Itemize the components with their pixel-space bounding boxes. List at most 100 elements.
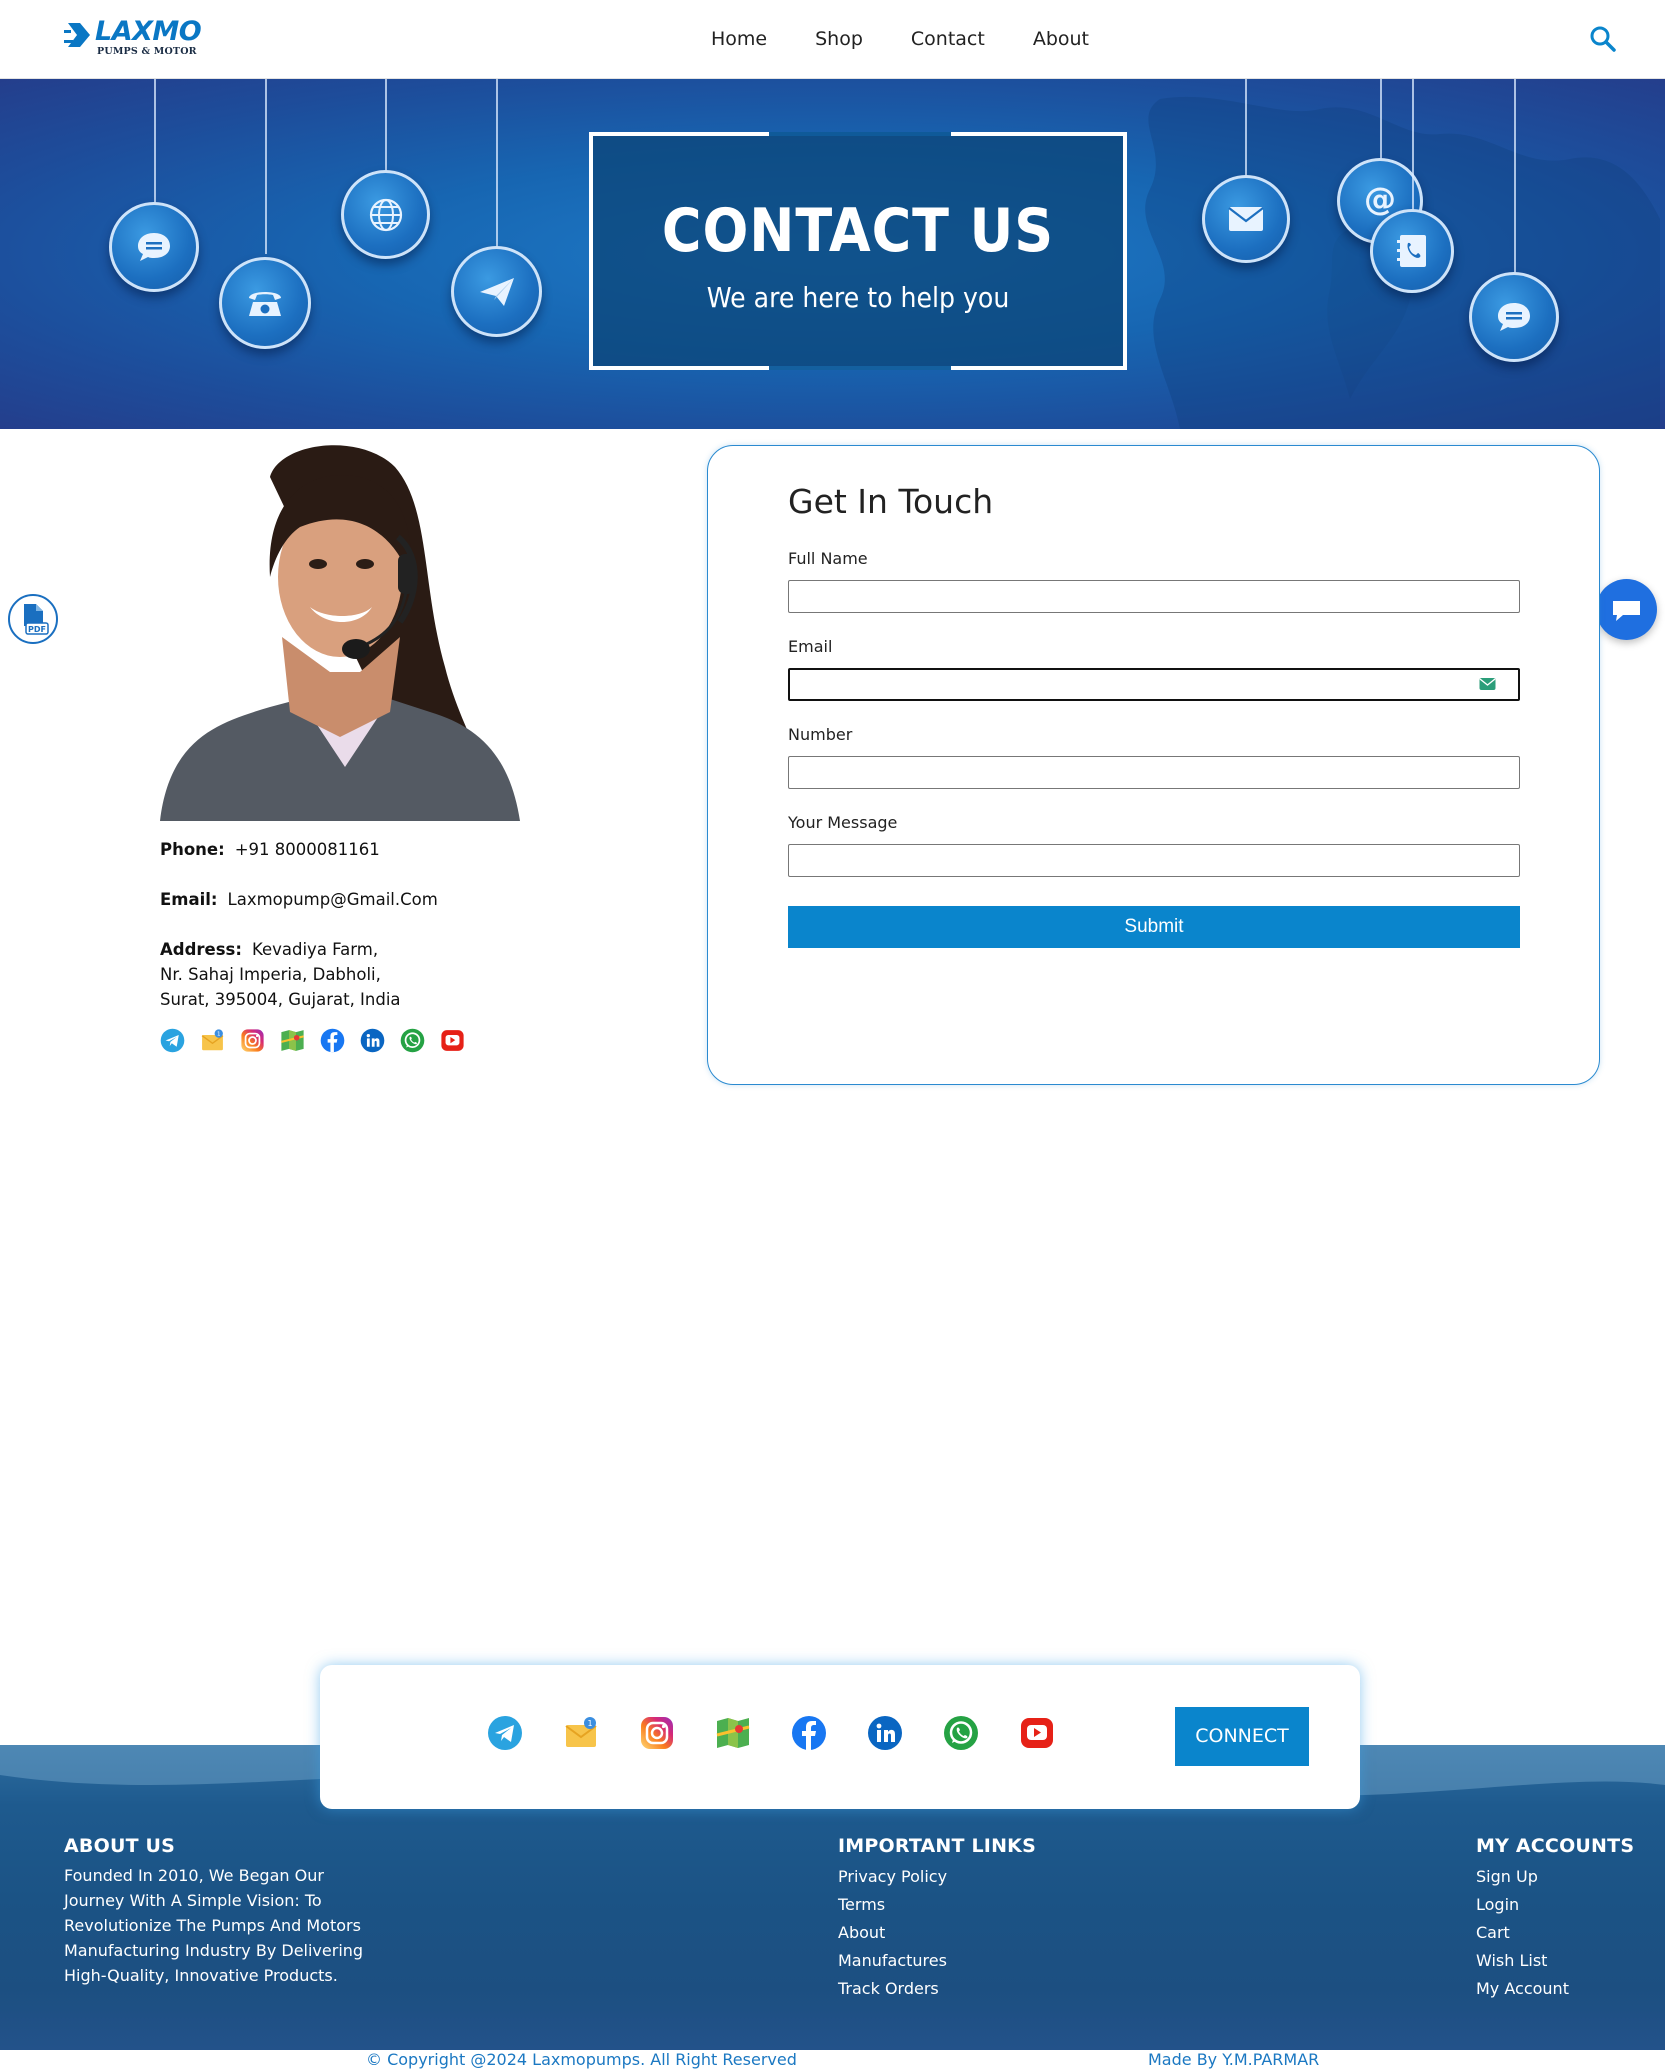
full-name-input[interactable]	[788, 580, 1520, 613]
support-agent-photo	[160, 437, 520, 821]
globe-bubble-ornament	[341, 170, 430, 259]
email-label: Email:	[160, 890, 218, 909]
footer-link-terms[interactable]: Terms	[838, 1891, 1088, 1919]
linkedin-icon[interactable]	[360, 1028, 385, 1053]
connect-button[interactable]: CONNECT	[1175, 1707, 1309, 1766]
instagram-icon[interactable]	[240, 1028, 265, 1053]
banner-title-box: CONTACT US We are here to help you	[589, 132, 1127, 370]
social-links-small: 1	[160, 1028, 465, 1053]
about-line: Revolutionize The Pumps And Motors	[64, 1916, 361, 1935]
mail-bubble-ornament	[1202, 175, 1290, 263]
email-input[interactable]	[788, 668, 1520, 701]
footer-link-wish-list[interactable]: Wish List	[1476, 1947, 1656, 1975]
globe-icon	[369, 198, 402, 231]
nav-about[interactable]: About	[1033, 28, 1089, 50]
nav-shop[interactable]: Shop	[815, 28, 863, 50]
form-title: Get In Touch	[788, 482, 994, 521]
chat-icon	[138, 233, 170, 261]
chat-icon	[1498, 303, 1530, 331]
footer-link-sign-up[interactable]: Sign Up	[1476, 1863, 1656, 1891]
footer-link-login[interactable]: Login	[1476, 1891, 1656, 1919]
facebook-icon[interactable]	[791, 1715, 827, 1751]
site-header: LAXMO PUMPS & MOTOR Home Shop Contact Ab…	[0, 0, 1665, 79]
footer-link-my-account[interactable]: My Account	[1476, 1975, 1656, 2003]
chat-icon	[1613, 601, 1640, 621]
send-bubble-ornament	[451, 246, 542, 337]
copyright-bar	[0, 2050, 1665, 2071]
pdf-download-button[interactable]: PDF	[8, 594, 58, 644]
social-links-large: 1	[487, 1715, 1055, 1751]
contact-form-card: Get In Touch Full Name Email Number Your…	[707, 445, 1600, 1085]
footer-accounts: MY ACCOUNTS Sign Up Login Cart Wish List…	[1476, 1835, 1656, 2003]
logo-mark-icon	[64, 23, 90, 47]
telegram-icon[interactable]	[487, 1715, 523, 1751]
pdf-file-icon: PDF	[24, 604, 49, 635]
footer-link-track-orders[interactable]: Track Orders	[838, 1975, 1088, 2003]
youtube-icon[interactable]	[440, 1028, 465, 1053]
number-input[interactable]	[788, 756, 1520, 789]
email-value[interactable]: Laxmopump@Gmail.Com	[228, 890, 438, 909]
maps-icon[interactable]	[715, 1715, 751, 1751]
hanging-string	[1412, 79, 1414, 211]
hanging-string	[265, 79, 267, 254]
message-label: Your Message	[788, 813, 898, 832]
footer-links: IMPORTANT LINKS Privacy Policy Terms Abo…	[838, 1835, 1088, 2003]
message-input[interactable]	[788, 844, 1520, 877]
whatsapp-icon[interactable]	[943, 1715, 979, 1751]
autofill-email-icon[interactable]	[1479, 677, 1496, 691]
telephone-icon	[249, 292, 281, 316]
logo-tagline: PUMPS & MOTOR	[97, 46, 197, 57]
phone-label: Phone:	[160, 840, 225, 859]
youtube-icon[interactable]	[1019, 1715, 1055, 1751]
paper-plane-icon	[479, 277, 514, 306]
linkedin-icon[interactable]	[867, 1715, 903, 1751]
nav-contact[interactable]: Contact	[911, 28, 985, 50]
svg-text:1: 1	[587, 1719, 592, 1728]
maps-icon[interactable]	[280, 1028, 305, 1053]
address-line3: Surat, 395004, Gujarat, India	[160, 990, 401, 1009]
phone-value[interactable]: +91 8000081161	[235, 840, 380, 859]
footer-about: ABOUT US Founded In 2010, We Began Our J…	[64, 1835, 394, 1988]
mail-icon[interactable]: 1	[200, 1028, 225, 1053]
mail-icon[interactable]: 1	[563, 1715, 599, 1751]
footer-link-manufactures[interactable]: Manufactures	[838, 1947, 1088, 1975]
hanging-string	[385, 79, 387, 172]
nav-home[interactable]: Home	[711, 28, 767, 50]
search-icon[interactable]	[1589, 25, 1617, 53]
contacts-bubble-ornament	[1370, 209, 1454, 293]
frame-gap	[769, 366, 951, 370]
live-chat-button[interactable]	[1596, 579, 1657, 640]
footer-link-cart[interactable]: Cart	[1476, 1919, 1656, 1947]
contact-banner: @ CONTACT US We are here to help you	[0, 79, 1665, 429]
svg-text:1: 1	[217, 1032, 221, 1038]
phone-info: Phone: +91 8000081161	[160, 837, 380, 862]
facebook-icon[interactable]	[320, 1028, 345, 1053]
contact-book-icon	[1397, 235, 1426, 267]
full-name-label: Full Name	[788, 549, 868, 568]
logo-brand: LAXMO	[95, 16, 202, 47]
about-line: High-Quality, Innovative Products.	[64, 1966, 338, 1985]
accounts-heading: MY ACCOUNTS	[1476, 1835, 1635, 1857]
footer-link-privacy[interactable]: Privacy Policy	[838, 1863, 1088, 1891]
hanging-string	[1245, 79, 1247, 177]
made-by-text: Made By Y.M.PARMAR	[1148, 2050, 1320, 2069]
submit-button[interactable]: Submit	[788, 906, 1520, 948]
whatsapp-icon[interactable]	[400, 1028, 425, 1053]
copyright-text: © Copyright @2024 Laxmopumps. All Right …	[366, 2050, 797, 2069]
number-label: Number	[788, 725, 853, 744]
address-label: Address:	[160, 940, 242, 959]
chat-bubble-ornament	[109, 202, 199, 292]
svg-text:@: @	[1364, 183, 1396, 218]
svg-text:PDF: PDF	[28, 625, 46, 634]
address-line1: Kevadiya Farm,	[251, 940, 379, 959]
about-line: Manufacturing Industry By Delivering	[64, 1941, 364, 1960]
footer-link-about[interactable]: About	[838, 1919, 1088, 1947]
about-line: Founded In 2010, We Began Our	[64, 1866, 324, 1885]
instagram-icon[interactable]	[639, 1715, 675, 1751]
chat-bubble-ornament-right	[1469, 272, 1559, 362]
email-label: Email	[788, 637, 833, 656]
frame-gap	[769, 132, 951, 136]
telegram-icon[interactable]	[160, 1028, 185, 1053]
logo[interactable]: LAXMO PUMPS & MOTOR	[64, 16, 202, 60]
phone-bubble-ornament	[219, 257, 311, 349]
